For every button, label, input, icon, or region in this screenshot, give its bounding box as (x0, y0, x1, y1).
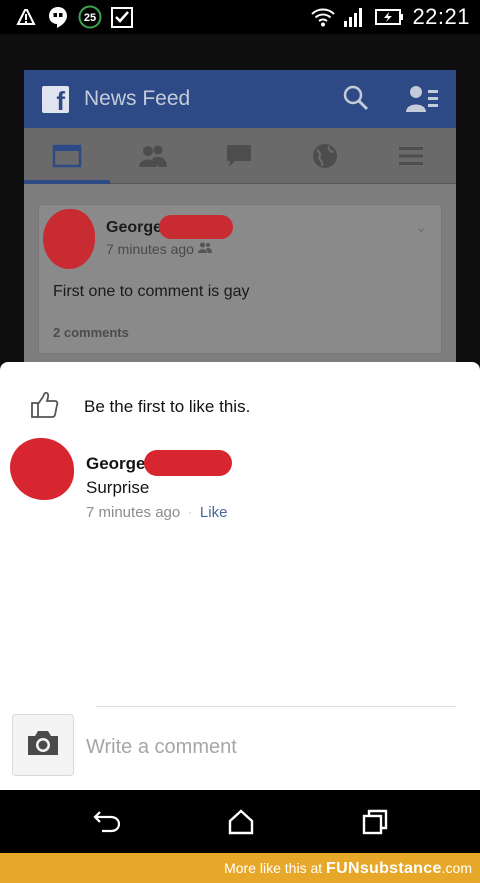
facebook-app-frame: f News Feed George 7 minutes ago ⌄ First… (24, 70, 456, 370)
comment-author-avatar[interactable] (10, 438, 74, 500)
menu-icon[interactable] (368, 128, 454, 184)
watermark-bar: More like this at FUNsubstance.com (0, 853, 480, 883)
watermark-prefix: More like this at (224, 860, 327, 876)
watermark-suffix: .com (441, 860, 472, 876)
recents-icon[interactable] (360, 808, 390, 836)
comment-author-name[interactable]: George (86, 454, 146, 474)
friends-tab-icon[interactable] (110, 128, 196, 184)
status-bar: 25 22:21 (0, 0, 480, 34)
back-icon[interactable] (92, 808, 122, 836)
navigation-bar (0, 790, 480, 853)
facebook-header: f News Feed (24, 70, 456, 128)
like-prompt-row[interactable]: Be the first to like this. (30, 390, 251, 425)
camera-icon (25, 728, 61, 763)
like-prompt-text: Be the first to like this. (84, 397, 251, 416)
notifications-globe-icon[interactable] (282, 128, 368, 184)
comment-text: Surprise (86, 478, 150, 497)
thumbs-up-icon[interactable] (30, 390, 60, 425)
comments-sheet: Be the first to like this. George Surpri… (0, 362, 480, 790)
comment-like-link[interactable]: Like (200, 504, 228, 521)
comment-meta: 7 minutes ago · Like (86, 504, 227, 521)
comment-time: 7 minutes ago (86, 504, 181, 521)
name-redaction-scribble (159, 215, 233, 239)
post-comments-count[interactable]: 2 comments (53, 325, 129, 340)
post-text: First one to comment is gay (53, 283, 250, 300)
write-comment-input[interactable] (86, 732, 456, 762)
facebook-tab-bar (24, 128, 456, 184)
post-author-name[interactable]: George (106, 219, 162, 237)
post-time: 7 minutes ago (106, 241, 194, 257)
friend-requests-icon[interactable] (406, 84, 440, 119)
checkbox-icon (110, 5, 134, 29)
post-author-avatar (43, 209, 95, 269)
status-bar-left: 25 (14, 4, 134, 30)
home-icon[interactable] (226, 808, 256, 836)
meta-separator: · (188, 506, 192, 519)
news-feed-tab-icon[interactable] (24, 128, 110, 184)
feed-post[interactable]: George 7 minutes ago ⌄ First one to comm… (38, 204, 442, 354)
messages-tab-icon[interactable] (196, 128, 282, 184)
notification-count-badge: 25 (78, 5, 102, 29)
alert-icon (14, 5, 38, 29)
watermark-brand: FUNsubstance (326, 860, 442, 877)
composer-divider (96, 706, 456, 707)
name-redaction-scribble (144, 450, 232, 476)
signal-icon (342, 5, 366, 29)
active-tab-indicator (24, 180, 110, 184)
chevron-down-icon[interactable]: ⌄ (415, 219, 427, 236)
post-meta: 7 minutes ago (106, 241, 212, 257)
watermark-text: More like this at FUNsubstance.com (224, 860, 472, 878)
page-title: News Feed (84, 87, 191, 110)
hangouts-icon (46, 5, 70, 29)
search-icon[interactable] (342, 84, 370, 117)
status-bar-right: 22:21 (310, 4, 470, 30)
facebook-logo-icon: f (42, 86, 69, 113)
friends-icon (197, 241, 212, 257)
status-bar-time: 22:21 (412, 4, 470, 29)
camera-button[interactable] (12, 714, 74, 776)
wifi-icon (310, 5, 336, 29)
notification-count-text: 25 (84, 12, 96, 24)
battery-charging-icon (374, 5, 404, 29)
